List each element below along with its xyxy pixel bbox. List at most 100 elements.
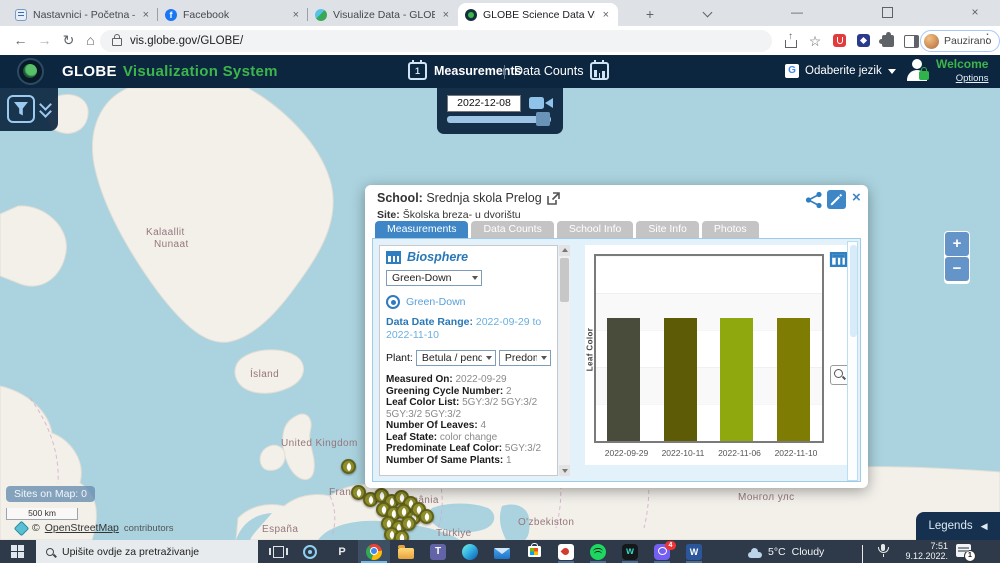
scrollbar-thumb[interactable] xyxy=(560,258,569,302)
map-country-label: Монгол улс xyxy=(738,492,795,503)
taskbar-apps: P4 xyxy=(262,540,710,563)
tab-close-icon[interactable]: × xyxy=(601,9,611,21)
content-scrollbar-thumb[interactable] xyxy=(850,245,857,337)
window-chevron-icon[interactable] xyxy=(692,0,722,24)
options-link[interactable]: Options xyxy=(956,73,989,84)
content-scrollbar[interactable] xyxy=(847,241,858,481)
tab-close-icon[interactable]: × xyxy=(291,9,301,21)
chart-data-table-icon[interactable] xyxy=(830,252,847,267)
tracker-icon xyxy=(558,544,574,560)
data-date-range: Data Date Range: 2022-09-29 to 2022-11-1… xyxy=(386,316,551,342)
tab-site-info[interactable]: Site Info xyxy=(636,221,699,238)
measurements-scrollbar[interactable] xyxy=(559,245,570,476)
reload-button[interactable]: ↻ xyxy=(58,30,79,51)
site-marker[interactable] xyxy=(341,459,356,474)
tab-photos[interactable]: Photos xyxy=(702,221,759,238)
openstreetmap-link[interactable]: OpenStreetMap xyxy=(45,522,119,534)
taskbar-clock[interactable]: 7:51 9.12.2022. xyxy=(896,542,948,561)
language-selector[interactable]: G Odaberite jezik xyxy=(785,64,896,78)
tab-close-icon[interactable]: × xyxy=(141,9,151,21)
tab-measurements[interactable]: Measurements xyxy=(375,221,468,238)
x-tick-label: 2022-11-06 xyxy=(711,448,768,458)
taskbar-app-viber[interactable]: 4 xyxy=(646,540,678,563)
window-close-button[interactable]: × xyxy=(960,0,990,24)
date-input[interactable]: 2022-12-08 xyxy=(447,95,521,112)
notification-badge: 1 xyxy=(964,550,976,562)
new-tab-button[interactable]: + xyxy=(640,4,660,24)
window-maximize-button[interactable] xyxy=(872,0,902,24)
site-marker[interactable] xyxy=(419,509,434,524)
tab-close-icon[interactable]: × xyxy=(441,9,451,21)
nav-data-counts[interactable]: Data Counts xyxy=(514,62,609,80)
taskbar-app-spotify[interactable] xyxy=(582,540,614,563)
site-name: Školska breza- u dvorištu xyxy=(403,209,521,221)
taskbar-app-store[interactable] xyxy=(518,540,550,563)
browser-tab[interactable]: Nastavnici - Početna – e-Škole× xyxy=(8,3,158,26)
collapse-chevrons-icon[interactable] xyxy=(40,100,50,116)
globe-logo[interactable] xyxy=(17,58,44,85)
teams-icon xyxy=(430,544,446,560)
taskbar-app-cortana[interactable] xyxy=(294,540,326,563)
taskbar-app-word[interactable] xyxy=(678,540,710,563)
windows-taskbar: Upišite ovdje za pretraživanje P4 5°C Cl… xyxy=(0,540,1000,563)
tab-title: Visualize Data - GLOBE.gov xyxy=(333,9,435,21)
adblock-extension-icon[interactable] xyxy=(831,32,849,50)
zoom-in-button[interactable]: + xyxy=(945,232,969,256)
plant-filter-select[interactable]: Predomina xyxy=(499,350,551,366)
taskbar-app-task-view[interactable] xyxy=(262,540,294,563)
share-page-icon[interactable] xyxy=(781,32,799,50)
measurement-entry: Measured On: 2022-10-11Greening Cycle Nu… xyxy=(386,475,551,476)
microphone-tray-icon[interactable] xyxy=(881,544,885,551)
chart-bar[interactable] xyxy=(607,318,640,441)
home-button[interactable]: ⌂ xyxy=(80,30,101,51)
browser-tab[interactable]: Facebook× xyxy=(158,3,308,26)
taskbar-app-tracker[interactable] xyxy=(550,540,582,563)
taskbar-app-chrome[interactable] xyxy=(358,540,390,563)
share-icon[interactable] xyxy=(805,191,823,209)
window-minimize-button[interactable]: — xyxy=(782,0,812,24)
taskbar-app-mail[interactable] xyxy=(486,540,518,563)
chart-bar[interactable] xyxy=(720,318,753,441)
side-panel-icon[interactable] xyxy=(902,32,920,50)
taskbar-app-pinned-p[interactable]: P xyxy=(326,540,358,563)
language-dropdown-icon xyxy=(888,69,896,74)
legends-button[interactable]: Legends ◀ xyxy=(916,512,1000,540)
forward-button[interactable]: → xyxy=(34,30,55,51)
radio-selected-icon[interactable] xyxy=(386,295,400,309)
plant-species-select[interactable]: Betula / pendula xyxy=(416,350,496,366)
taskbar-app-edge[interactable] xyxy=(454,540,486,563)
weather-widget[interactable]: 5°C Cloudy xyxy=(748,540,824,563)
browser-tab[interactable]: GLOBE Science Data Visualizatio× xyxy=(458,3,618,26)
back-button[interactable]: ← xyxy=(10,30,31,51)
external-link-icon[interactable] xyxy=(547,192,560,205)
zoom-out-button[interactable]: − xyxy=(945,257,969,281)
extension-icon[interactable] xyxy=(855,32,873,50)
date-slider-handle[interactable] xyxy=(536,112,550,126)
taskbar-app-teams[interactable] xyxy=(422,540,454,563)
measurements-panel: Biosphere Green-Down Green-Down Data Dat… xyxy=(379,245,558,476)
site-marker[interactable] xyxy=(401,516,416,531)
browser-tab[interactable]: Visualize Data - GLOBE.gov × xyxy=(308,3,458,26)
notification-center-icon[interactable]: 1 xyxy=(956,544,971,557)
filter-button[interactable] xyxy=(7,95,35,123)
start-button[interactable] xyxy=(0,540,36,563)
scroll-up-icon[interactable] xyxy=(559,245,570,256)
animate-camera-icon[interactable] xyxy=(528,95,554,111)
protocol-select[interactable]: Green-Down xyxy=(386,270,482,286)
tray-expand-icon[interactable] xyxy=(862,546,863,563)
extensions-puzzle-icon[interactable] xyxy=(879,32,897,50)
browser-menu-icon[interactable]: ⋮ xyxy=(981,31,994,47)
taskbar-search[interactable]: Upišite ovdje za pretraživanje xyxy=(36,540,258,563)
chart-bar[interactable] xyxy=(664,318,697,441)
tab-data-counts[interactable]: Data Counts xyxy=(471,221,553,238)
bookmark-star-icon[interactable]: ☆ xyxy=(806,32,824,50)
chart-bar[interactable] xyxy=(777,318,810,441)
user-box[interactable]: Welcome Options xyxy=(905,58,988,85)
tab-school-info[interactable]: School Info xyxy=(557,221,634,238)
popup-close-icon[interactable]: × xyxy=(852,189,861,206)
scroll-down-icon[interactable] xyxy=(559,465,570,476)
edit-button[interactable] xyxy=(827,190,846,209)
taskbar-app-file-explorer[interactable] xyxy=(390,540,422,563)
address-bar[interactable]: vis.globe.gov/GLOBE/ xyxy=(100,30,772,52)
taskbar-app-webex[interactable] xyxy=(614,540,646,563)
